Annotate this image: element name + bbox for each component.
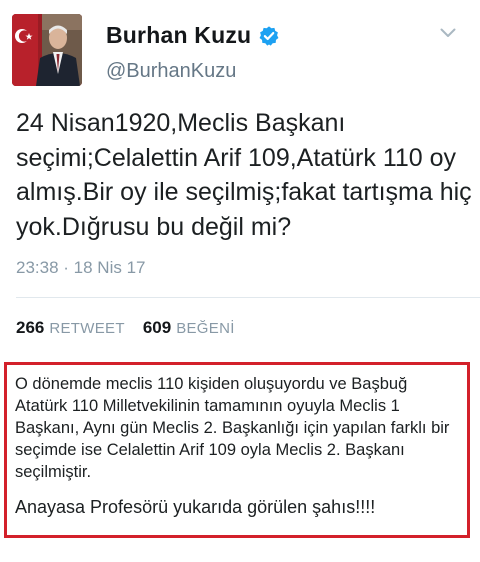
like-count[interactable]: 609 xyxy=(143,318,171,338)
tweet-timestamp[interactable]: 23:38 · 18 Nis 17 xyxy=(16,258,146,278)
author-handle[interactable]: @BurhanKuzu xyxy=(106,60,236,83)
chevron-down-icon[interactable] xyxy=(440,28,456,38)
tweet-time: 23:38 xyxy=(16,258,59,277)
retweet-label[interactable]: RETWEET xyxy=(49,320,124,337)
author-name-row: Burhan Kuzu xyxy=(106,22,280,49)
avatar[interactable] xyxy=(12,14,82,86)
meta-separator: · xyxy=(63,258,74,277)
author-name[interactable]: Burhan Kuzu xyxy=(106,22,251,49)
annotation-box: O dönemde meclis 110 kişiden oluşuyordu … xyxy=(4,362,470,538)
retweet-count[interactable]: 266 xyxy=(16,318,44,338)
verified-badge-icon xyxy=(259,25,279,46)
annotation-footer: Anayasa Profesörü yukarıda görülen şahıs… xyxy=(15,497,376,517)
profile-photo xyxy=(12,14,82,86)
tweet-stats: 266 RETWEET 609 BEĞENİ xyxy=(16,318,253,338)
tweet-text: 24 Nisan1920,Meclis Başkanı seçimi;Celal… xyxy=(16,109,472,241)
tweet-date: 18 Nis 17 xyxy=(73,258,146,277)
divider xyxy=(16,297,480,298)
annotation-body: O dönemde meclis 110 kişiden oluşuyordu … xyxy=(15,375,450,481)
like-label[interactable]: BEĞENİ xyxy=(176,320,234,337)
tweet-header: Burhan Kuzu @BurhanKuzu xyxy=(0,0,480,100)
